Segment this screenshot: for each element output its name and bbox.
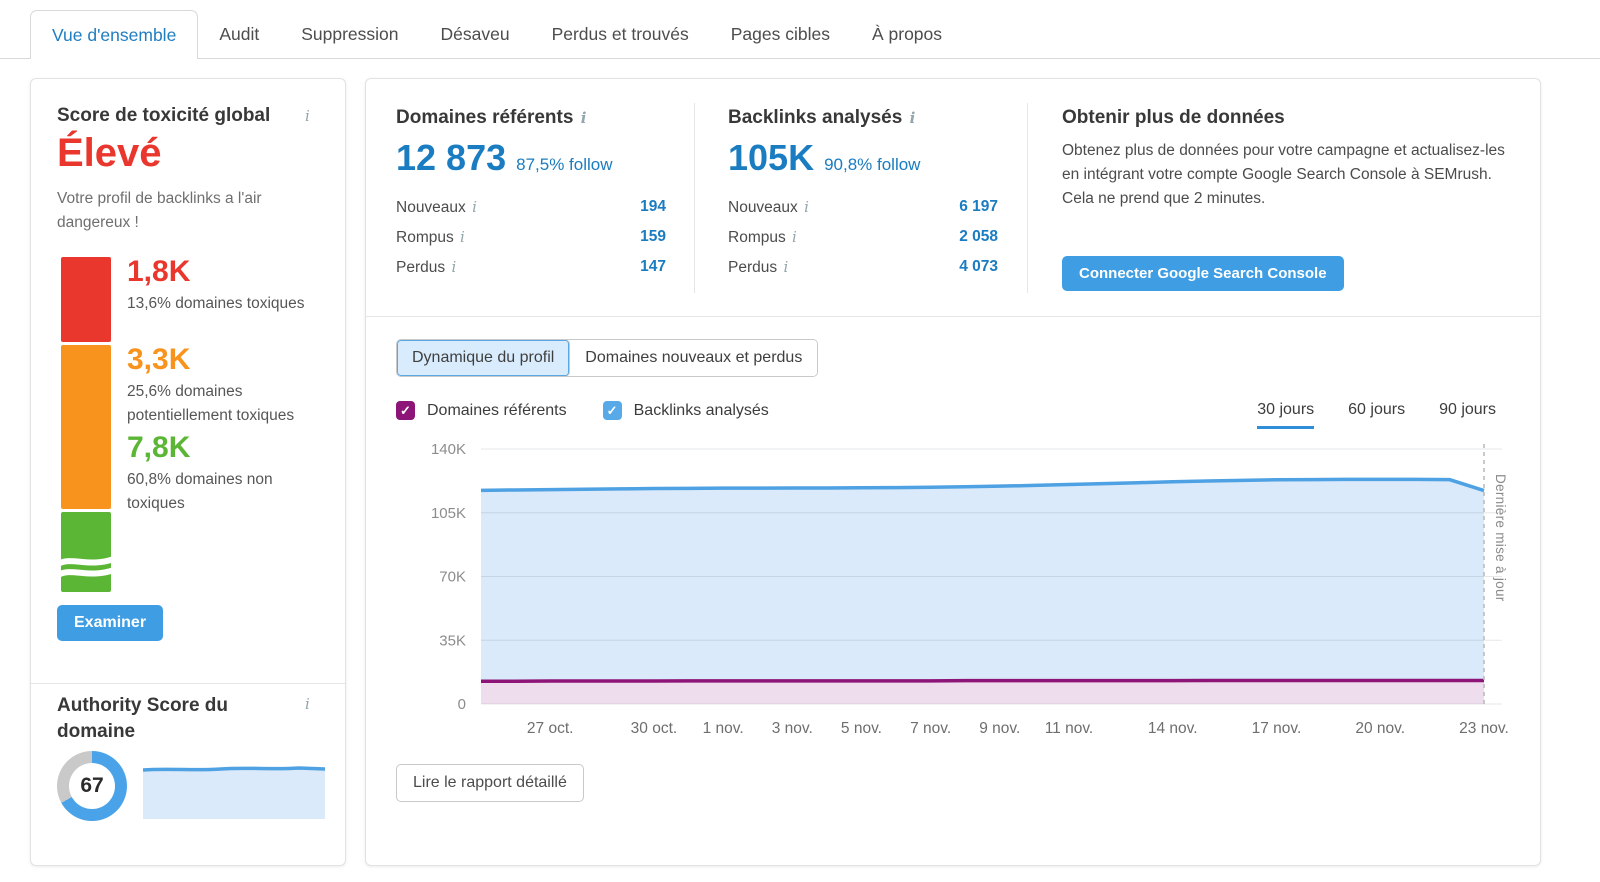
info-icon[interactable]: i <box>449 258 458 276</box>
svg-text:11 nov.: 11 nov. <box>1045 720 1094 734</box>
tab-pages-cibles[interactable]: Pages cibles <box>710 10 851 58</box>
non-toxic-value: 7,8K <box>127 431 327 465</box>
svg-text:105K: 105K <box>431 505 466 522</box>
svg-text:14 nov.: 14 nov. <box>1148 720 1198 734</box>
svg-text:7 nov.: 7 nov. <box>910 720 951 734</box>
overview-card: Domaines référents i 12 87387,5% follow … <box>365 78 1541 866</box>
svg-text:23 nov.: 23 nov. <box>1459 720 1509 734</box>
info-icon[interactable]: i <box>303 107 312 125</box>
toxicity-stacked-bar <box>61 257 111 592</box>
toxicity-title: Score de toxicité global <box>57 105 270 127</box>
toggle-new-lost-domains[interactable]: Domaines nouveaux et perdus <box>570 340 817 376</box>
referring-domains-title: Domaines référents i <box>396 107 588 129</box>
info-icon[interactable]: i <box>303 695 312 713</box>
detailed-report-button[interactable]: Lire le rapport détaillé <box>396 764 584 802</box>
period-30-days[interactable]: 30 jours <box>1257 401 1314 429</box>
card-divider <box>366 316 1540 317</box>
stat-row-new: Nouveaux i 194 <box>396 192 666 222</box>
tab-desaveu[interactable]: Désaveu <box>420 10 531 58</box>
svg-text:0: 0 <box>458 696 466 713</box>
referring-domains-follow: 87,5% follow <box>516 155 612 174</box>
stat-row-lost: Perdus i 147 <box>396 252 666 282</box>
svg-text:9 nov.: 9 nov. <box>979 720 1020 734</box>
stat-row-broken: Rompus i 159 <box>396 222 666 252</box>
period-60-days[interactable]: 60 jours <box>1348 401 1405 429</box>
svg-text:5 nov.: 5 nov. <box>841 720 882 734</box>
top-tabbar: Vue d'ensemble Audit Suppression Désaveu… <box>0 10 1600 59</box>
referring-domains-value: 12 87387,5% follow <box>396 137 613 179</box>
tab-vue-densemble[interactable]: Vue d'ensemble <box>30 10 198 59</box>
info-icon[interactable]: i <box>802 198 811 216</box>
stat-row-lost: Perdus i 4 073 <box>728 252 998 282</box>
svg-text:140K: 140K <box>431 441 466 458</box>
bar-break-wave <box>58 554 114 580</box>
non-toxic-stat: 7,8K 60,8% domaines non toxiques <box>127 431 327 516</box>
authority-score-value: 67 <box>69 763 115 809</box>
last-update-label: Dernière mise à jour <box>1493 474 1508 602</box>
toxicity-level: Élevé <box>57 131 162 176</box>
svg-text:20 nov.: 20 nov. <box>1355 720 1405 734</box>
examine-button[interactable]: Examiner <box>57 605 163 641</box>
authority-trend-sparkline <box>143 755 325 819</box>
toxicity-description: Votre profil de backlinks a l'air danger… <box>57 187 295 235</box>
info-icon[interactable]: i <box>458 228 467 246</box>
potentially-toxic-label: 25,6% domaines potentiellement toxiques <box>127 380 327 428</box>
authority-score-donut: 67 <box>57 751 127 821</box>
non-toxic-label: 60,8% domaines non toxiques <box>127 468 327 516</box>
non-toxic-segment <box>61 512 111 592</box>
toxicity-card: Score de toxicité global i Élevé Votre p… <box>30 78 346 866</box>
vertical-divider <box>1027 103 1028 293</box>
tab-a-propos[interactable]: À propos <box>851 10 963 58</box>
authority-score-title: Authority Score du domaine <box>57 693 277 744</box>
svg-text:30 oct.: 30 oct. <box>631 720 678 734</box>
toxic-stat: 1,8K 13,6% domaines toxiques <box>127 255 327 316</box>
svg-text:17 nov.: 17 nov. <box>1252 720 1302 734</box>
info-icon[interactable]: i <box>908 109 918 127</box>
info-icon[interactable]: i <box>790 228 799 246</box>
connect-gsc-button[interactable]: Connecter Google Search Console <box>1062 256 1344 291</box>
legend-label-referring: Domaines référents <box>427 402 567 420</box>
more-data-text: Obtenez plus de données pour votre campa… <box>1062 139 1522 211</box>
svg-text:3 nov.: 3 nov. <box>772 720 813 734</box>
potentially-toxic-value: 3,3K <box>127 343 327 377</box>
tab-suppression[interactable]: Suppression <box>280 10 419 58</box>
info-icon[interactable]: i <box>781 258 790 276</box>
stat-row-broken: Rompus i 2 058 <box>728 222 998 252</box>
backlinks-title: Backlinks analysés i <box>728 107 917 129</box>
period-90-days[interactable]: 90 jours <box>1439 401 1496 429</box>
card-divider <box>31 683 345 684</box>
backlinks-checkbox[interactable]: ✓ <box>603 401 622 420</box>
info-icon[interactable]: i <box>470 198 479 216</box>
legend-label-backlinks: Backlinks analysés <box>634 402 769 420</box>
toxic-segment <box>61 257 111 342</box>
stat-row-new: Nouveaux i 6 197 <box>728 192 998 222</box>
chart-view-toggle: Dynamique du profil Domaines nouveaux et… <box>396 339 818 377</box>
toxic-value: 1,8K <box>127 255 327 289</box>
tab-perdus-et-trouves[interactable]: Perdus et trouvés <box>531 10 710 58</box>
tab-audit[interactable]: Audit <box>198 10 280 58</box>
vertical-divider <box>694 103 695 293</box>
svg-text:27 oct.: 27 oct. <box>527 720 574 734</box>
backlink-audit-page: Vue d'ensemble Audit Suppression Désaveu… <box>0 0 1600 882</box>
svg-text:1 nov.: 1 nov. <box>703 720 744 734</box>
toxic-label: 13,6% domaines toxiques <box>127 292 327 316</box>
backlinks-value: 105K90,8% follow <box>728 137 920 179</box>
svg-text:35K: 35K <box>439 632 466 649</box>
trend-chart: 140K 105K 70K 35K 0 27 oct. 30 oct. 1 nov. 3 nov… <box>396 434 1512 734</box>
toggle-profile-dynamics[interactable]: Dynamique du profil <box>397 340 570 376</box>
potentially-toxic-segment <box>61 345 111 509</box>
more-data-title: Obtenir plus de données <box>1062 107 1285 129</box>
referring-domains-checkbox[interactable]: ✓ <box>396 401 415 420</box>
chart-legend: ✓ Domaines référents ✓ Backlinks analysé… <box>396 401 769 420</box>
backlinks-follow: 90,8% follow <box>824 155 920 174</box>
info-icon[interactable]: i <box>579 109 589 127</box>
period-selector: 30 jours 60 jours 90 jours <box>1257 401 1496 429</box>
svg-text:70K: 70K <box>439 569 466 586</box>
potentially-toxic-stat: 3,3K 25,6% domaines potentiellement toxi… <box>127 343 327 428</box>
